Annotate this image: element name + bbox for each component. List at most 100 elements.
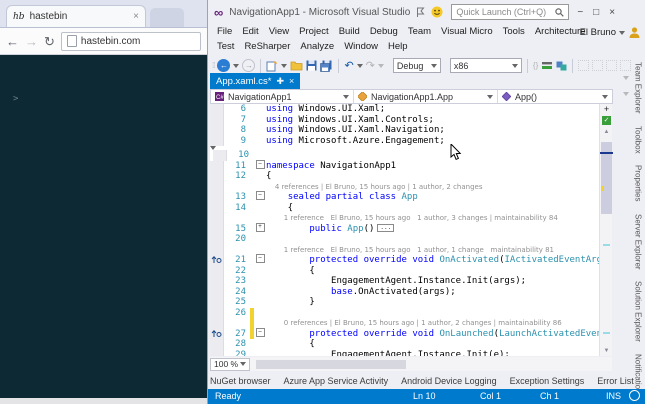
splitter-handle[interactable]: + (601, 104, 612, 114)
zoom-dropdown[interactable]: 100 % (210, 357, 250, 371)
menu-item[interactable]: File (212, 26, 237, 37)
document-tab-appxamlcs[interactable]: App.xaml.cs* ✚ × (210, 73, 301, 89)
code-editor[interactable]: 6 using Windows.UI.Xaml; 7 using Windows.UI… (210, 104, 599, 356)
override-gutter-icon[interactable] (210, 255, 224, 266)
navbar-overflow-icon[interactable] (623, 92, 629, 96)
code-text[interactable] (266, 308, 599, 319)
member-dropdown[interactable]: App() (498, 90, 612, 103)
menu-item[interactable]: Window (339, 41, 383, 52)
refresh-icon[interactable]: ↻ (44, 35, 55, 48)
open-folder-icon[interactable] (290, 60, 303, 71)
codelens-line[interactable]: 1 reference El Bruno, 15 hours ago 1 aut… (210, 244, 599, 256)
horizontal-scrollbar[interactable] (256, 359, 406, 369)
new-item-icon[interactable] (266, 60, 278, 72)
code-text[interactable]: using Microsoft.Azure.Engagement; (266, 136, 599, 147)
code-text[interactable]: sealed partial class App (266, 192, 599, 203)
code-text[interactable] (266, 234, 599, 245)
menu-item[interactable]: Tools (498, 26, 530, 37)
scroll-down-icon[interactable]: ▼ (600, 348, 613, 354)
navigate-forward-icon[interactable]: → (242, 59, 256, 72)
toolbar-overflow-icon[interactable] (606, 60, 618, 71)
code-line[interactable]: 13– sealed partial class App (210, 191, 599, 203)
title-bar[interactable]: ∞ NavigationApp1 - Microsoft Visual Stud… (208, 0, 645, 24)
undo-icon[interactable]: ↶ (344, 59, 353, 72)
menu-item[interactable]: Team (403, 26, 436, 37)
code-line[interactable]: 6 using Windows.UI.Xaml; (210, 104, 599, 115)
code-line[interactable]: 7 using Windows.UI.Xaml.Controls; (210, 114, 599, 126)
save-all-icon[interactable] (320, 60, 333, 72)
code-line[interactable]: 25 } (210, 297, 599, 308)
vertical-scrollbar[interactable]: + ✓ ▲ ▼ (599, 104, 613, 356)
pin-icon[interactable]: ✚ (276, 76, 284, 87)
code-line[interactable]: 8 using Windows.UI.Xaml.Navigation; (210, 125, 599, 136)
code-line[interactable]: 10 (210, 146, 253, 161)
code-line[interactable]: 15 + public App()... (210, 222, 599, 235)
find-in-files-icon[interactable]: {} (533, 61, 538, 70)
panel-tab[interactable]: Exception Settings (510, 376, 585, 386)
code-line[interactable]: 23 EngagementAgent.Instance.Init(args); (210, 276, 599, 287)
solution-platform-dropdown[interactable]: x86 (449, 58, 522, 73)
code-text[interactable]: 1 reference El Bruno, 15 hours ago 1 aut… (266, 213, 599, 224)
fold-toggle-icon[interactable]: – (254, 159, 266, 172)
code-text[interactable]: 4 references | El Bruno, 15 hours ago | … (266, 182, 599, 193)
tool-window-tab[interactable]: Solution Explorer (634, 281, 643, 342)
menu-item[interactable]: Debug (365, 26, 403, 37)
menu-item[interactable]: View (264, 26, 294, 37)
account-area[interactable]: El Bruno (580, 26, 641, 39)
menu-item[interactable]: Test (212, 41, 239, 52)
code-text[interactable]: protected override void OnActivated(IAct… (266, 255, 599, 266)
attach-to-process-icon[interactable] (541, 61, 553, 71)
code-text[interactable]: { (266, 339, 599, 350)
forward-icon[interactable]: → (25, 35, 38, 48)
tool-window-tab[interactable]: Server Explorer (634, 214, 643, 270)
fold-toggle-icon[interactable]: + (254, 222, 266, 235)
feedback-smiley-icon[interactable] (431, 6, 443, 18)
code-text[interactable]: protected override void OnLaunched(Launc… (266, 329, 599, 340)
code-text[interactable]: 1 reference El Bruno, 15 hours ago 1 aut… (266, 245, 599, 256)
back-icon[interactable]: ← (6, 35, 19, 48)
code-line[interactable]: 20 (210, 234, 599, 245)
codelens-line[interactable]: 1 reference El Bruno, 15 hours ago 1 aut… (210, 213, 599, 224)
feedback-icon[interactable] (629, 390, 640, 401)
codelens-line[interactable]: 4 references | El Bruno, 15 hours ago | … (210, 181, 599, 193)
code-text[interactable]: using Windows.UI.Xaml.Controls; (266, 115, 599, 126)
menu-item[interactable]: Analyze (295, 41, 339, 52)
menu-item[interactable]: Edit (237, 26, 263, 37)
tab-close-icon[interactable]: × (133, 11, 139, 22)
menu-item[interactable]: Help (383, 41, 413, 52)
redo-dropdown-icon[interactable] (377, 63, 384, 68)
menu-item[interactable]: Visual Micro (436, 26, 498, 37)
codelens-line[interactable]: 0 references | El Bruno, 15 hours ago | … (210, 318, 599, 329)
file-health-check-icon[interactable]: ✓ (602, 116, 611, 125)
close-icon[interactable]: × (289, 76, 294, 86)
new-tab-button[interactable] (150, 8, 184, 27)
fold-toggle-icon[interactable]: – (254, 327, 266, 340)
back-dropdown-icon[interactable] (233, 63, 240, 68)
code-line[interactable]: 28 { (210, 339, 599, 350)
save-icon[interactable] (306, 60, 317, 71)
code-text[interactable]: } (266, 297, 599, 308)
code-text[interactable]: EngagementAgent.Instance.Init(args); (266, 276, 599, 287)
toolbar-overflow-icon[interactable] (578, 60, 590, 71)
code-line[interactable]: 22 { (210, 265, 599, 276)
code-line[interactable]: 11– namespace NavigationApp1 (210, 159, 599, 172)
code-text[interactable]: public App()... (266, 224, 599, 235)
scroll-up-icon[interactable]: ▲ (600, 129, 613, 135)
panel-tab[interactable]: Android Device Logging (401, 376, 497, 386)
tool-window-tab[interactable]: Team Explorer (634, 62, 643, 114)
panel-tab[interactable]: Error List (597, 376, 634, 386)
menu-item[interactable]: ReSharper (239, 41, 295, 52)
code-text[interactable]: { (266, 203, 599, 214)
feedback-flag-icon[interactable] (416, 7, 425, 18)
code-text[interactable]: using Windows.UI.Xaml.Navigation; (266, 125, 599, 136)
fold-toggle-icon[interactable]: – (254, 254, 266, 266)
panel-tab[interactable]: NuGet browser (210, 376, 271, 386)
code-text[interactable]: using Windows.UI.Xaml; (266, 104, 599, 115)
navigate-backward-icon[interactable]: ← (217, 59, 231, 72)
override-gutter-icon[interactable] (210, 328, 224, 339)
toolbar-overflow-icon[interactable] (592, 60, 604, 71)
toolbar-overflow-icon[interactable] (620, 60, 632, 71)
code-line[interactable]: 27– protected override void OnLaunched(L… (210, 327, 599, 340)
redo-icon[interactable]: ↷ (366, 59, 375, 72)
solution-config-dropdown[interactable]: Debug (392, 58, 441, 73)
